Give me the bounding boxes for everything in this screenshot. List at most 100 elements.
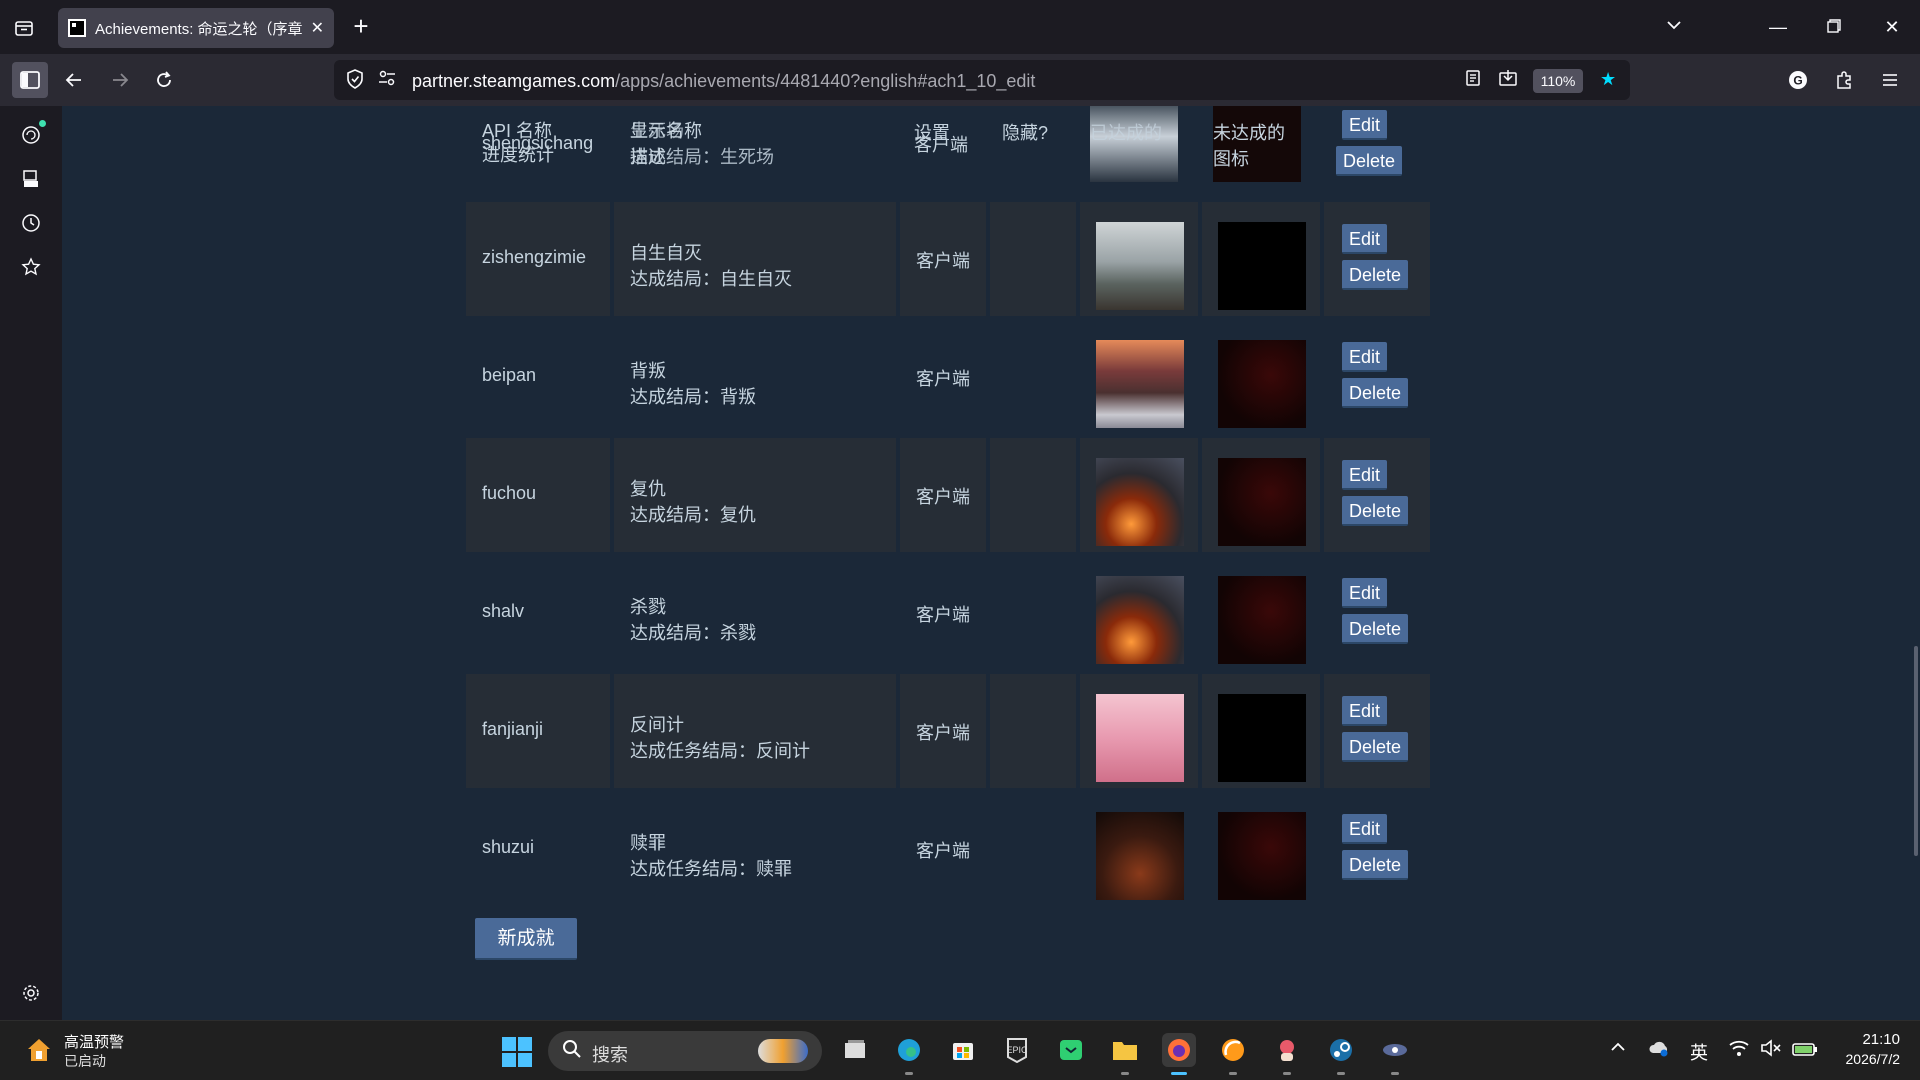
page-scrollbar[interactable]	[1914, 646, 1918, 856]
nav-toolbar: partner.steamgames.com/apps/achievements…	[0, 54, 1920, 106]
settings-client: 客户端	[916, 251, 970, 271]
url-bar[interactable]: partner.steamgames.com/apps/achievements…	[334, 60, 1630, 100]
page-content: API 名称 shengsichang 进度统计 显示名称 生死场 描述 达成结…	[62, 106, 1920, 1020]
sidebar-settings-gear-icon[interactable]	[18, 980, 44, 1006]
windows-start-icon[interactable]	[502, 1037, 532, 1067]
input-method-indicator[interactable]: 英	[1690, 1039, 1708, 1065]
unachieved-icon-image	[1218, 340, 1306, 428]
taskbar-time[interactable]: 21:10	[1840, 1031, 1900, 1048]
edit-button[interactable]: Edit	[1342, 814, 1388, 844]
account-icon[interactable]: G	[1782, 64, 1814, 96]
edge-browser-icon[interactable]	[892, 1033, 926, 1075]
new-tab-button[interactable]: +	[346, 12, 376, 42]
achieved-icon-image	[1096, 222, 1184, 310]
zoom-level-badge[interactable]: 110%	[1533, 69, 1583, 93]
delete-button[interactable]: Delete	[1342, 260, 1409, 290]
edit-button[interactable]: Edit	[1342, 460, 1388, 490]
edit-button[interactable]: Edit	[1342, 224, 1388, 254]
delete-button[interactable]: Delete	[1342, 732, 1409, 762]
settings-client: 客户端	[916, 369, 970, 389]
url-text: partner.steamgames.com/apps/achievements…	[412, 71, 1036, 91]
app-menu-icon[interactable]	[1874, 64, 1906, 96]
bookmark-star-icon[interactable]: ★	[1600, 69, 1616, 90]
steam-favicon-icon	[68, 19, 86, 37]
display-name-desc: 反间计 达成任务结局：反间计	[630, 715, 810, 761]
volume-muted-icon[interactable]	[1760, 1039, 1782, 1062]
delete-button[interactable]: Delete	[1342, 850, 1409, 880]
restore-button[interactable]	[1816, 12, 1852, 42]
firefox-icon[interactable]	[1162, 1033, 1196, 1075]
extensions-icon[interactable]	[1828, 64, 1860, 96]
browser-tab-achievements[interactable]: Achievements: 命运之轮（序章 ✕	[58, 8, 334, 48]
tab-close-icon[interactable]: ✕	[311, 18, 324, 38]
microsoft-store-icon[interactable]	[946, 1033, 980, 1067]
header-progress: 进度统计	[482, 145, 554, 165]
tab-list-icon[interactable]	[10, 14, 38, 42]
row-shengsichang-delete-button[interactable]: Delete	[1336, 146, 1403, 176]
achieved-icon-image	[1096, 458, 1184, 546]
synced-tabs-icon[interactable]	[18, 166, 44, 192]
header-hidden: 隐藏?	[1002, 123, 1049, 143]
api-name: fanjianji	[482, 719, 544, 739]
achieved-icon-image	[1096, 694, 1184, 782]
settings-client: 客户端	[916, 723, 970, 743]
achieved-icon-image	[1096, 576, 1184, 664]
windows-taskbar: 高温预警 已启动 搜索 EPIC 英 21:10 2026/7/2	[0, 1020, 1920, 1080]
svg-text:G: G	[1793, 74, 1802, 88]
row-shengsichang-name: 生死场	[630, 121, 684, 141]
task-view-icon[interactable]	[838, 1033, 872, 1067]
ai-chatbot-icon[interactable]	[18, 120, 46, 148]
green-chat-app-icon[interactable]	[1054, 1033, 1088, 1067]
weather-title: 高温预警	[64, 1034, 125, 1051]
display-name-desc: 复仇 达成结局：复仇	[630, 479, 756, 525]
edit-button[interactable]: Edit	[1342, 696, 1388, 726]
delete-button[interactable]: Delete	[1342, 614, 1409, 644]
onedrive-cloud-icon[interactable]	[1648, 1039, 1670, 1062]
orange-app-icon[interactable]	[1216, 1033, 1250, 1075]
table-row: zishengzimie 自生自灭 达成结局：自生自灭 客户端 Edit Delet…	[466, 202, 1430, 316]
reload-icon[interactable]	[148, 64, 180, 96]
edit-button[interactable]: Edit	[1342, 578, 1388, 608]
header-unachieved-icon-line2: 图标	[1213, 149, 1249, 169]
edit-button[interactable]: Edit	[1342, 342, 1388, 372]
settings-client: 客户端	[916, 841, 970, 861]
back-icon[interactable]	[58, 64, 90, 96]
tray-overflow-chevron-icon[interactable]	[1610, 1039, 1626, 1060]
history-clock-icon[interactable]	[18, 210, 44, 236]
header-unachieved-icon-line1: 未达成的	[1213, 123, 1285, 143]
save-page-icon[interactable]	[1498, 69, 1518, 92]
close-window-button[interactable]: ✕	[1874, 12, 1910, 42]
tab-overflow-chevron-icon[interactable]	[1656, 12, 1692, 42]
taskbar-search-box[interactable]: 搜索	[548, 1031, 822, 1071]
achieved-icon-image	[1096, 812, 1184, 900]
reader-view-icon[interactable]	[1464, 69, 1482, 92]
anime-character-app-icon[interactable]	[1270, 1033, 1304, 1075]
shield-icon[interactable]	[346, 69, 364, 94]
wifi-icon[interactable]	[1728, 1039, 1750, 1062]
file-explorer-icon[interactable]	[1108, 1033, 1142, 1075]
minimize-button[interactable]: —	[1760, 12, 1796, 42]
display-name-desc: 背叛 达成结局：背叛	[630, 361, 756, 407]
weather-subtitle: 已启动	[64, 1053, 106, 1069]
bookmarks-star-icon[interactable]	[18, 254, 44, 280]
row-shengsichang-desc: 达成结局：生死场	[630, 147, 774, 167]
api-name: zishengzimie	[482, 247, 587, 267]
forward-icon[interactable]	[104, 64, 136, 96]
steamworks-app-icon[interactable]	[1378, 1033, 1412, 1075]
unachieved-icon-image	[1218, 812, 1306, 900]
epic-games-icon[interactable]: EPIC	[1000, 1033, 1034, 1067]
site-permissions-icon[interactable]	[378, 69, 396, 92]
unachieved-icon-image	[1218, 576, 1306, 664]
taskbar-date[interactable]: 2026/7/2	[1820, 1051, 1901, 1067]
row-shengsichang-edit-button[interactable]: Edit	[1342, 110, 1388, 140]
search-icon	[562, 1039, 582, 1065]
battery-charging-icon[interactable]	[1792, 1039, 1818, 1062]
steam-icon[interactable]	[1324, 1033, 1358, 1075]
sidebar-toggle-icon[interactable]	[12, 62, 48, 98]
api-name: shuzui	[482, 837, 535, 857]
delete-button[interactable]: Delete	[1342, 378, 1409, 408]
new-achievement-button[interactable]: 新成就	[475, 918, 577, 960]
browser-sidebar	[0, 106, 62, 1020]
weather-warning-icon[interactable]	[26, 1037, 52, 1063]
delete-button[interactable]: Delete	[1342, 496, 1409, 526]
